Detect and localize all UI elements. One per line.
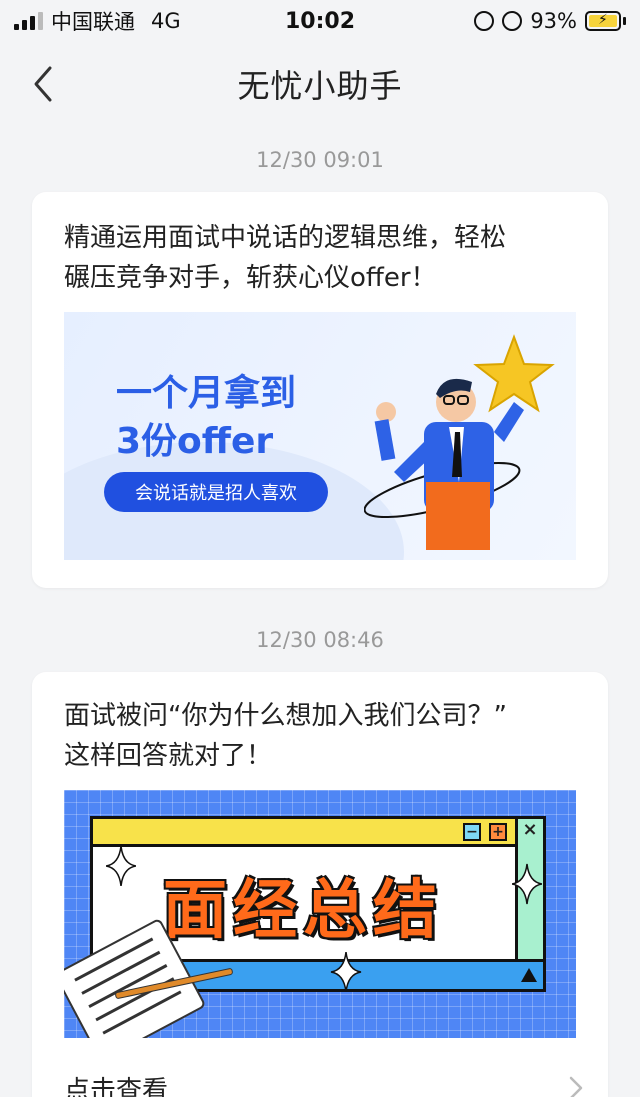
chevron-right-icon bbox=[569, 1076, 583, 1097]
sparkle-icon bbox=[512, 863, 542, 905]
banner-pill: 会说话就是招人喜欢 bbox=[104, 472, 328, 512]
chevron-left-icon[interactable] bbox=[28, 64, 58, 104]
message-text-line: 这样回答就对了！ bbox=[64, 741, 273, 771]
minus-icon: − bbox=[463, 823, 481, 841]
message-text: 精通运用面试中说话的逻辑思维，轻松 碾压竞争对手，斩获心仪offer！ bbox=[64, 218, 584, 298]
promo-banner[interactable]: 一个月拿到 3份offer 会说话就是招人喜欢 bbox=[64, 312, 576, 560]
nav-bar: 无忧小助手 bbox=[0, 42, 640, 126]
carrier-label: 中国联通 bbox=[51, 10, 135, 34]
businessman-illustration bbox=[364, 334, 555, 550]
message-text-line: 碾压竞争对手，斩获心仪offer！ bbox=[64, 263, 437, 293]
message-card[interactable]: 精通运用面试中说话的逻辑思维，轻松 碾压竞争对手，斩获心仪offer！ 一个月拿… bbox=[32, 192, 608, 588]
message-card[interactable]: 面试被问“你为什么想加入我们公司？” 这样回答就对了！ − + × 面经总结 点… bbox=[32, 672, 608, 1097]
rotation-lock-icon bbox=[474, 11, 495, 31]
network-label: 4G bbox=[151, 9, 181, 33]
page-title: 无忧小助手 bbox=[237, 67, 403, 105]
signal-icon bbox=[14, 12, 43, 30]
banner-headline: 一个月拿到 bbox=[116, 373, 297, 414]
battery-icon: ⚡ bbox=[585, 11, 626, 31]
banner-headline: 3份offer bbox=[116, 421, 274, 462]
promo-banner[interactable]: − + × 面经总结 bbox=[64, 790, 576, 1038]
battery-percent: 93% bbox=[530, 9, 577, 33]
close-icon: × bbox=[522, 819, 538, 840]
message-text: 面试被问“你为什么想加入我们公司？” 这样回答就对了！ bbox=[64, 696, 584, 776]
sparkle-icon bbox=[330, 952, 362, 992]
alarm-icon bbox=[502, 11, 523, 31]
status-bar: 中国联通 4G 10:02 93% ⚡ bbox=[0, 0, 640, 42]
message-text-line: 面试被问“你为什么想加入我们公司？” bbox=[64, 701, 507, 731]
triangle-up-icon bbox=[521, 968, 537, 982]
message-timestamp: 12/30 08:46 bbox=[256, 628, 384, 652]
view-more-row[interactable]: 点击查看 bbox=[64, 1068, 584, 1097]
message-text-line: 精通运用面试中说话的逻辑思维，轻松 bbox=[64, 223, 507, 253]
banner-title: 面经总结 bbox=[163, 874, 443, 948]
view-more-label: 点击查看 bbox=[64, 1075, 169, 1097]
plus-icon: + bbox=[489, 823, 507, 841]
message-timestamp: 12/30 09:01 bbox=[256, 148, 384, 172]
sparkle-icon bbox=[106, 846, 136, 886]
status-right: 93% ⚡ bbox=[474, 9, 626, 33]
status-left: 中国联通 4G bbox=[14, 6, 181, 36]
